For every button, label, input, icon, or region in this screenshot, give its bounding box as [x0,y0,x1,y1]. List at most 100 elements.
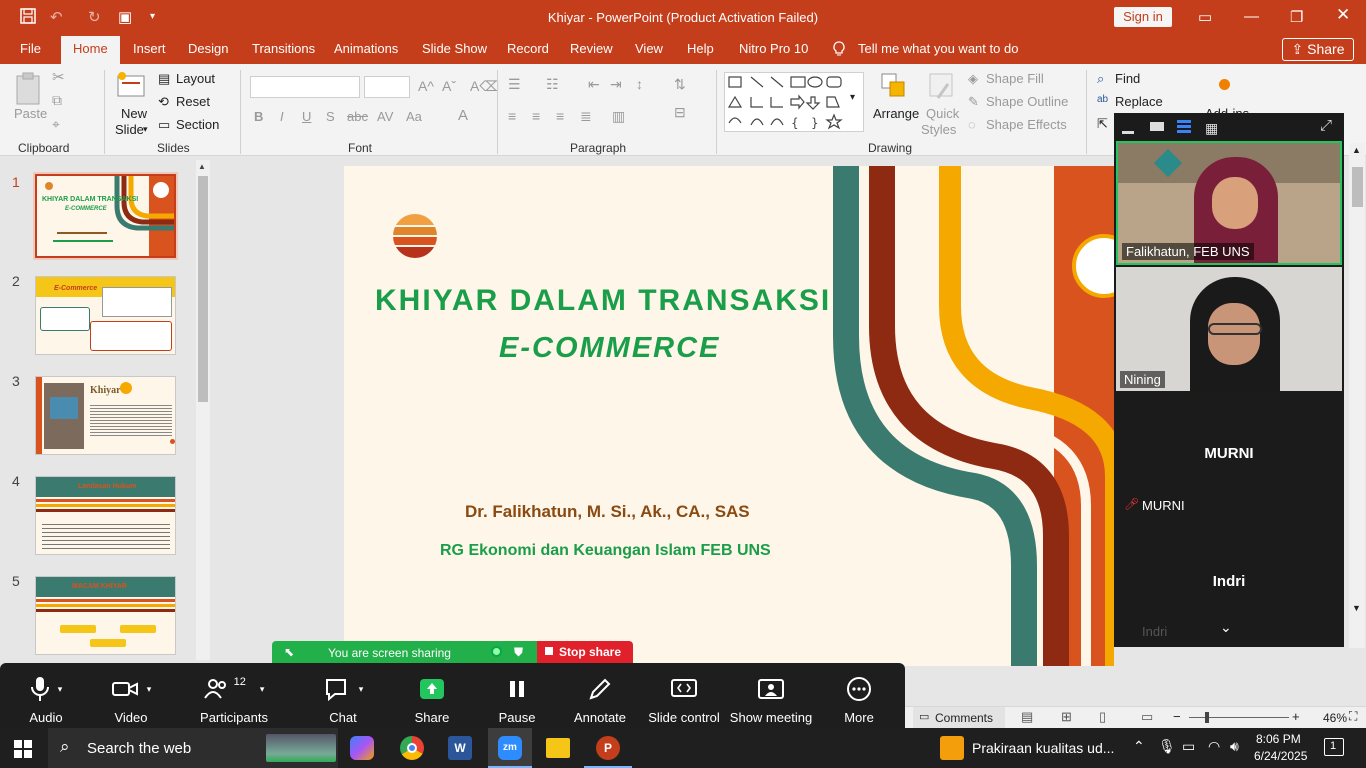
speaker-view-icon[interactable] [1150,122,1164,131]
font-size-select[interactable] [364,76,410,98]
numbering-icon[interactable]: ☷ [546,76,559,93]
shape-effects-icon[interactable]: ◌ [968,117,976,132]
minimize-view-icon[interactable] [1122,121,1136,135]
reading-view-icon[interactable]: ▯ [1099,709,1106,725]
battery-icon[interactable]: ▭ [1182,738,1195,755]
maximize-icon[interactable]: ❐ [1290,8,1303,26]
zoom-in-icon[interactable]: + [1292,709,1300,724]
quick-styles-label-2[interactable]: Styles [921,122,956,137]
fit-slide-icon[interactable]: ⛶ [1349,709,1357,724]
clear-format-icon[interactable]: A⌫ [470,78,499,95]
slide-thumbnail-4[interactable]: Landasan Hukum [35,476,176,555]
thumbnail-scrollbar[interactable]: ▲ [196,160,210,660]
tab-home[interactable]: Home [61,36,120,64]
bold-icon[interactable]: B [254,109,263,124]
text-direction-icon[interactable]: ⇅ [674,76,686,93]
strip-view-icon[interactable] [1177,120,1191,133]
case-icon[interactable]: Aa [406,109,422,124]
line-spacing-icon[interactable]: ↕ [636,76,643,92]
find-button[interactable]: Find [1115,71,1140,86]
section-icon[interactable]: ▭ [158,117,170,133]
word-icon[interactable]: W [448,736,472,760]
tab-help[interactable]: Help [687,41,714,56]
clock-time[interactable]: 8:06 PM [1256,732,1301,746]
drag-handle-icon[interactable]: ⬉ [284,645,294,659]
reset-button[interactable]: Reset [176,94,210,109]
increase-indent-icon[interactable]: ⇥ [610,76,622,93]
slide-thumbnail-3[interactable]: Khiyar [35,376,176,455]
slide-author[interactable]: Dr. Falikhatun, M. Si., Ak., CA., SAS [465,502,750,522]
chat-button[interactable]: ▾ Chat [298,673,388,725]
slide-scrollbar[interactable]: ▲ ▼ [1349,143,1365,648]
scroll-up-icon[interactable]: ▲ [198,162,206,171]
expand-icon[interactable]: ⤢ [1320,117,1332,134]
minimize-icon[interactable]: — [1244,8,1259,25]
close-icon[interactable]: ✕ [1336,5,1350,25]
quick-styles-label-1[interactable]: Quick [926,106,959,121]
wifi-icon[interactable]: ◠ [1208,738,1220,755]
new-slide-label-2[interactable]: Slide [115,122,144,137]
zoom-level[interactable]: 46% [1323,711,1347,725]
notification-icon[interactable]: 1 [1324,738,1344,756]
copilot-icon[interactable] [350,736,374,760]
comments-button[interactable]: ▭ Comments [913,707,1005,728]
video-tile-murni[interactable]: MURNI 🎤︎ MURNI [1116,393,1342,517]
tab-view[interactable]: View [635,41,663,56]
slide-thumbnail-1[interactable]: KHIYAR DALAM TRANSAKSI E-COMMERCE [33,172,178,260]
italic-icon[interactable]: I [280,109,284,124]
tab-slide-show[interactable]: Slide Show [422,41,487,56]
align-text-icon[interactable]: ⊟ [674,104,686,121]
tab-design[interactable]: Design [188,41,228,56]
align-center-icon[interactable]: ≡ [532,108,540,124]
shape-outline-icon[interactable]: ✎ [968,94,979,110]
replace-icon[interactable]: ab [1097,94,1108,105]
grow-font-icon[interactable]: A^ [418,78,434,94]
video-button[interactable]: ▾ Video [86,673,176,725]
paste-label[interactable]: Paste [14,106,47,121]
shrink-font-icon[interactable]: Aˇ [442,78,456,94]
gallery-view-icon[interactable]: ▦ [1205,120,1218,137]
slide-title[interactable]: KHIYAR DALAM TRANSAKSI [375,284,831,318]
volume-icon[interactable]: 🔊︎ [1230,738,1239,755]
shapes-more-icon[interactable]: ▾ [850,92,855,103]
spacing-icon[interactable]: AV [377,109,393,124]
stop-share-button[interactable]: Stop share [537,641,633,664]
windows-start-icon[interactable] [14,740,32,761]
scroll-thumb[interactable] [198,176,208,402]
scroll-down-icon[interactable]: ▼ [1352,603,1361,613]
video-tile-nining[interactable]: Nining [1116,267,1342,391]
slide-subtitle[interactable]: E-COMMERCE [499,332,720,365]
layout-icon[interactable]: ▤ [158,71,170,87]
columns-icon[interactable]: ▥ [612,108,625,125]
scroll-up-icon[interactable]: ▲ [1352,145,1361,155]
pause-share-button[interactable]: Pause [472,673,562,725]
powerpoint-icon[interactable]: P [596,736,620,760]
weather-icon[interactable] [940,736,964,760]
bullets-icon[interactable]: ☰ [508,76,521,93]
shape-outline-button[interactable]: Shape Outline [986,94,1068,109]
shadow-icon[interactable]: S [326,109,335,124]
shapes-gallery[interactable]: {} [724,72,864,132]
arrange-button[interactable]: Arrange [873,106,919,121]
reset-icon[interactable]: ⟲ [158,94,169,110]
zoom-app-icon[interactable]: zm [488,728,532,768]
justify-icon[interactable]: ≣ [580,108,592,125]
zoom-out-icon[interactable]: − [1173,709,1181,724]
video-tile-indri[interactable]: Indri Indri ⌄ [1116,519,1342,645]
zoom-slider-thumb[interactable] [1205,712,1209,723]
strike-icon[interactable]: abc [347,109,368,124]
slide-control-button[interactable]: Slide control [639,673,729,725]
news-widget[interactable]: Prakiraan kualitas ud... [972,740,1114,756]
normal-view-icon[interactable]: ▤ [1021,709,1033,725]
shape-fill-icon[interactable]: ◈ [968,71,978,87]
mic-tray-icon[interactable]: 🎙︎ [1158,738,1176,755]
file-explorer-icon[interactable] [546,738,570,758]
replace-button[interactable]: Replace [1115,94,1163,109]
scroll-thumb[interactable] [1352,167,1363,207]
addins-icon[interactable] [1219,79,1230,90]
arrange-icon[interactable] [880,72,908,105]
share-screen-button[interactable]: Share [387,673,477,725]
format-painter-icon[interactable]: ⌖ [52,116,60,133]
slide-canvas[interactable]: KHIYAR DALAM TRANSAKSI E-COMMERCE Dr. Fa… [344,166,1114,666]
copy-icon[interactable]: ⧉ [52,92,62,109]
